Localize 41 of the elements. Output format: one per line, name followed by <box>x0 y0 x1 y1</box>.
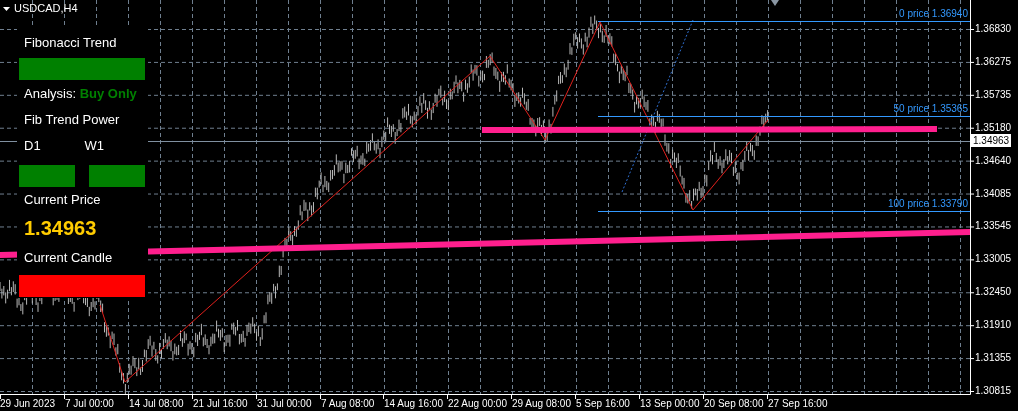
price-axis-label: 1.31910 <box>975 319 1012 332</box>
panel-title: Fibonacci Trend <box>24 35 118 51</box>
price-axis-label: 1.33005 <box>975 253 1012 266</box>
candle-label: Current Candle <box>24 250 114 266</box>
price-axis-label: 1.33545 <box>975 220 1012 233</box>
price-axis-label: 1.31355 <box>975 352 1012 365</box>
timeframe-label: W1 <box>84 138 105 154</box>
time-axis-label: 14 Jul 08:00 <box>129 398 184 410</box>
time-axis-label: 7 Jul 00:00 <box>65 398 114 410</box>
price-axis-label: 1.34085 <box>975 187 1012 200</box>
analysis-label: Analysis: <box>24 86 77 101</box>
price-axis-label: 1.36830 <box>975 23 1012 35</box>
analysis-value: Buy Only <box>79 86 137 101</box>
time-axis-label: 7 Aug 08:00 <box>321 398 375 410</box>
fib-level-label: 100 price 1.33790 <box>887 198 968 210</box>
price-axis-label: 1.32450 <box>975 286 1012 299</box>
triangle-icon[interactable] <box>771 0 779 6</box>
time-axis-label: 29 Jun 2023 <box>0 398 56 410</box>
time-axis-label: 27 Sep 16:00 <box>768 398 828 410</box>
price-axis-label: 1.34640 <box>975 154 1012 167</box>
price-axis-label: 1.35180 <box>975 121 1012 134</box>
time-axis-label: 13 Sep 00:00 <box>640 398 700 410</box>
time-axis-label: 20 Sep 08:00 <box>704 398 764 410</box>
fib-level-label: 0 price 1.36940 <box>899 8 968 20</box>
time-axis-label: 31 Jul 00:00 <box>257 398 312 410</box>
price-axis-label: 1.30815 <box>975 385 1012 397</box>
power-title: Fib Trend Power <box>24 112 121 128</box>
current-price-label: 1.34963 <box>971 134 1012 147</box>
time-axis-label: 29 Aug 08:00 <box>512 398 571 410</box>
time-axis-label: 5 Sep 16:00 <box>576 398 630 410</box>
time-axis-label: 21 Jul 16:00 <box>193 398 248 410</box>
time-axis-label: 14 Aug 16:00 <box>384 398 443 410</box>
price-label: Current Price <box>24 192 102 208</box>
timeframe-label: D1 <box>24 138 42 154</box>
chart-title: USDCAD,H4 <box>14 2 78 15</box>
price-axis-label: 1.36275 <box>975 55 1012 68</box>
price-axis-label: 1.35735 <box>975 88 1012 101</box>
current-price-value: 1.34963 <box>24 217 98 239</box>
menu-triangle-icon[interactable] <box>3 7 10 11</box>
fib-level-label: 50 price 1.35365 <box>893 103 968 115</box>
time-axis-label: 22 Aug 00:00 <box>448 398 507 410</box>
